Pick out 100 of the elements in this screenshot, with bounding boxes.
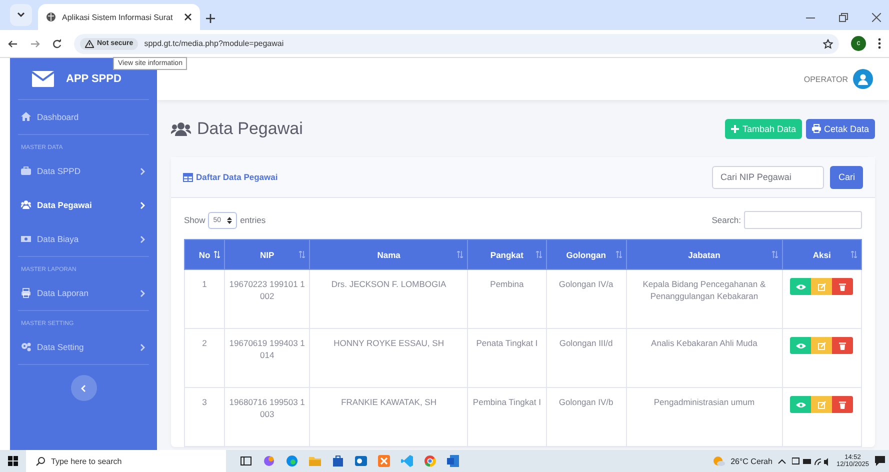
print-button[interactable]: Cetak Data	[806, 118, 875, 138]
plus-icon[interactable]	[206, 14, 215, 23]
sort-arrows-icon	[227, 216, 232, 224]
column-header[interactable]: No	[184, 240, 225, 270]
task-view-icon[interactable]	[240, 455, 252, 467]
chevron-left-icon	[81, 384, 86, 392]
edit-button[interactable]	[811, 278, 832, 295]
table-cell: Pembina	[468, 270, 546, 328]
eye-icon	[796, 402, 806, 408]
table-cell: 19680716 199503 1 003	[224, 388, 310, 446]
chrome-icon[interactable]	[424, 455, 436, 467]
table-icon	[183, 172, 193, 182]
collapse-button[interactable]	[70, 375, 96, 401]
edit-icon	[818, 342, 826, 350]
delete-button[interactable]	[832, 337, 854, 354]
mail-app-icon[interactable]	[355, 455, 367, 467]
edit-icon	[818, 282, 826, 290]
tab-list-button[interactable]	[10, 4, 32, 26]
table-cell: Kepala Bidang Pencegahanan & Penanggulangan Kebakaran	[626, 270, 782, 328]
windows-icon[interactable]	[8, 456, 18, 466]
sort-icon	[457, 251, 464, 258]
sort-icon	[616, 251, 622, 258]
sidebar-item[interactable]: Data Setting	[18, 330, 149, 364]
edit-button[interactable]	[811, 396, 832, 413]
user-name: OPERATOR	[804, 74, 848, 84]
view-button[interactable]	[790, 396, 812, 413]
view-button[interactable]	[790, 278, 812, 295]
browser-tab[interactable]: Aplikasi Sistem Informasi Surat	[38, 4, 200, 30]
menu-icon[interactable]	[878, 38, 881, 49]
chevron-right-icon	[140, 236, 145, 242]
star-icon[interactable]	[823, 38, 833, 48]
sort-icon	[299, 251, 306, 258]
card-title: Daftar Data Pegawai	[196, 172, 278, 182]
sidebar-item[interactable]: Data Biaya	[18, 222, 149, 256]
sidebar-item[interactable]: Dashboard	[18, 100, 149, 134]
table-cell: 19670619 199403 1 014	[224, 328, 310, 388]
view-button[interactable]	[790, 337, 812, 354]
notification-icon[interactable]	[875, 456, 885, 466]
eye-icon	[796, 284, 806, 290]
close-icon[interactable]	[184, 13, 192, 21]
column-header[interactable]: Pangkat	[468, 240, 546, 270]
search-button[interactable]: Cari	[830, 166, 863, 188]
column-header[interactable]: Aksi	[782, 240, 862, 270]
table-cell: Golongan IV/a	[546, 270, 626, 328]
chevron-right-icon	[140, 202, 145, 208]
entries-label: entries	[240, 215, 266, 225]
trash-icon	[839, 400, 846, 408]
edge-icon[interactable]	[286, 455, 298, 467]
sidebar-item[interactable]: Data Pegawai	[18, 188, 149, 222]
search-field[interactable]: Cari NIP Pegawai	[712, 166, 824, 188]
edit-icon	[818, 400, 826, 408]
table-cell: Drs. JECKSON F. LOMBOGIA	[310, 270, 468, 328]
printer-icon	[812, 124, 821, 133]
store-icon[interactable]	[332, 455, 344, 467]
delete-button[interactable]	[832, 396, 854, 413]
users-icon	[171, 122, 191, 136]
forward-icon[interactable]	[30, 38, 40, 48]
xampp-icon[interactable]	[378, 455, 390, 467]
tab-title: Aplikasi Sistem Informasi Surat	[62, 12, 174, 22]
sidebar-item[interactable]: Data Laporan	[18, 276, 149, 310]
globe-icon	[46, 12, 56, 22]
briefcase-icon	[21, 166, 31, 176]
chevron-right-icon	[140, 290, 145, 296]
close-icon[interactable]	[872, 13, 881, 22]
column-header[interactable]: Nama	[310, 240, 468, 270]
column-header[interactable]: NIP	[224, 240, 310, 270]
sort-icon	[214, 251, 220, 258]
eye-icon	[796, 342, 806, 348]
code-editor-icon[interactable]	[401, 455, 413, 467]
reload-icon[interactable]	[52, 38, 62, 48]
chevron-right-icon	[140, 168, 145, 174]
chevron-down-icon	[17, 12, 25, 18]
printer-icon	[21, 288, 31, 298]
trash-icon	[839, 282, 846, 290]
caret-up-icon[interactable]	[778, 458, 786, 464]
word-icon[interactable]	[447, 455, 459, 467]
sort-icon	[851, 251, 857, 258]
back-icon[interactable]	[8, 38, 18, 48]
delete-button[interactable]	[832, 278, 854, 295]
envelope-icon	[32, 70, 54, 86]
search-icon	[36, 456, 45, 466]
weather-text: 26°C Cerah	[730, 456, 772, 466]
filter-field[interactable]	[744, 211, 862, 229]
edit-button[interactable]	[811, 337, 832, 354]
table-cell: Pembina Tingkat I	[468, 388, 546, 446]
taskbar-search[interactable]: Type here to search	[26, 450, 226, 472]
column-header[interactable]: Jabatan	[626, 240, 782, 270]
sidebar-item[interactable]: Data SPPD	[18, 154, 149, 188]
copilot-icon[interactable]	[263, 455, 275, 467]
search-label: Search:	[712, 215, 741, 225]
table-cell: HONNY ROYKE ESSAU, SH	[310, 328, 468, 388]
restore-icon[interactable]	[839, 13, 848, 22]
tray-icons-drawing[interactable]	[792, 456, 830, 466]
table-cell: FRANKIE KAWATAK, SH	[310, 388, 468, 446]
plus-icon	[731, 124, 740, 132]
column-header[interactable]: Golongan	[546, 240, 626, 270]
banknote-icon	[21, 234, 31, 244]
brand-name: APP SPPD	[66, 72, 122, 84]
show-label: Show	[184, 215, 206, 225]
user-avatar[interactable]	[853, 69, 873, 89]
